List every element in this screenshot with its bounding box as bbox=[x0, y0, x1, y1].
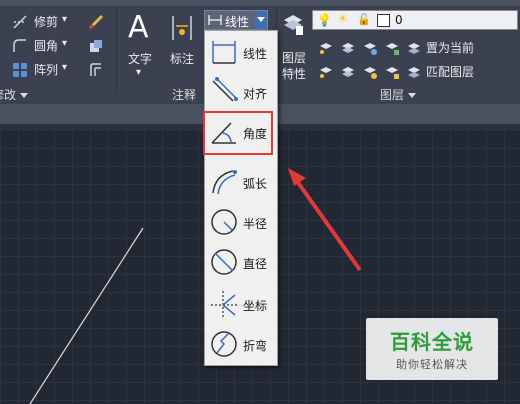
dropdown-item-diameter[interactable]: 直径 bbox=[205, 243, 277, 281]
drawn-line[interactable] bbox=[29, 227, 144, 404]
fillet-icon bbox=[12, 38, 28, 54]
callout-arrow-shaft bbox=[290, 172, 362, 272]
watermark-title: 百科全说 bbox=[390, 330, 474, 354]
dropdown-item-jogged[interactable]: 折弯 bbox=[205, 325, 277, 363]
dimension-type-combo[interactable]: 线性 bbox=[204, 10, 268, 30]
text-dropdown-icon[interactable]: ▾ bbox=[136, 66, 141, 80]
dimension-type-arrow[interactable] bbox=[255, 11, 267, 29]
dropdown-item-label: 折弯 bbox=[243, 339, 268, 353]
angular-highlight-box bbox=[203, 111, 273, 155]
dropdown-item-linear[interactable]: 线性 bbox=[205, 33, 277, 71]
layer-color-swatch bbox=[377, 14, 390, 27]
layer-tool-icon[interactable] bbox=[362, 64, 378, 80]
dimension-large-icon[interactable] bbox=[170, 14, 194, 42]
layer-tool-icon[interactable] bbox=[340, 40, 356, 56]
layer-tool-icon[interactable] bbox=[340, 64, 356, 80]
sun-icon: ☀ bbox=[337, 12, 349, 27]
radius-dim-icon bbox=[211, 209, 237, 235]
array-icon bbox=[12, 62, 28, 78]
dropdown-item-aligned[interactable]: 对齐 bbox=[205, 73, 277, 111]
annotation-group-label[interactable]: 注释 bbox=[172, 86, 196, 103]
match-layer-icon bbox=[406, 64, 422, 80]
diameter-dim-icon bbox=[211, 249, 237, 275]
text-large-icon[interactable]: A bbox=[128, 10, 149, 45]
dropdown-item-label: 直径 bbox=[243, 257, 268, 271]
layer-properties-button[interactable]: 图层 特性 bbox=[282, 50, 306, 82]
layer-tool-icon[interactable] bbox=[318, 40, 334, 56]
dropdown-item-label: 坐标 bbox=[243, 299, 268, 313]
dimension-dropdown: 线性 对齐 角度 弧长 半径 直径 坐标 折弯 bbox=[204, 30, 278, 366]
jogged-dim-icon bbox=[211, 331, 237, 357]
dropdown-item-ordinate[interactable]: 坐标 bbox=[205, 285, 277, 323]
dropdown-item-radius[interactable]: 半径 bbox=[205, 203, 277, 241]
callout-arrow-head bbox=[288, 168, 306, 186]
layers-group-label[interactable]: 图层 bbox=[380, 86, 417, 103]
watermark-subtitle: 助你轻松解决 bbox=[396, 358, 468, 371]
dropdown-item-label: 半径 bbox=[243, 217, 268, 231]
ordinate-dim-icon bbox=[211, 291, 237, 317]
layer-tool-icon[interactable] bbox=[318, 64, 334, 80]
linear-dim-small-icon bbox=[208, 15, 222, 25]
unlock-icon: 🔓 bbox=[357, 13, 371, 26]
copy-icon[interactable] bbox=[88, 38, 104, 54]
layer-combo[interactable]: 💡 ☀ 🔓 0 bbox=[312, 10, 518, 30]
array-dropdown-icon[interactable]: ▾ bbox=[62, 61, 67, 75]
layer-properties-icon[interactable] bbox=[282, 12, 304, 36]
fillet-dropdown-icon[interactable]: ▾ bbox=[62, 37, 67, 51]
layer-tool-icon[interactable] bbox=[384, 40, 400, 56]
erase-icon[interactable] bbox=[88, 14, 104, 30]
dimension-button[interactable]: 标注 bbox=[170, 52, 194, 66]
offset-icon[interactable] bbox=[88, 62, 104, 78]
match-layer-button[interactable]: 匹配图层 bbox=[426, 65, 474, 79]
group-separator bbox=[116, 8, 117, 94]
linear-dim-icon bbox=[212, 41, 236, 64]
set-current-icon bbox=[406, 40, 422, 56]
layer-name-value: 0 bbox=[395, 13, 403, 27]
layer-tool-icon[interactable] bbox=[362, 40, 378, 56]
dropdown-item-label: 弧长 bbox=[243, 177, 268, 191]
lightbulb-icon: 💡 bbox=[317, 13, 332, 27]
trim-icon bbox=[12, 14, 28, 30]
arc-length-dim-icon bbox=[212, 170, 237, 195]
trim-button[interactable]: 修剪 bbox=[34, 15, 58, 29]
ribbon-title-strip bbox=[0, 0, 520, 6]
dimension-type-value: 线性 bbox=[225, 15, 250, 29]
watermark: 百科全说 助你轻松解决 bbox=[366, 318, 498, 380]
dropdown-item-arc-length[interactable]: 弧长 bbox=[205, 163, 277, 201]
aligned-dim-icon bbox=[212, 77, 238, 102]
modify-group-label[interactable]: 修改 bbox=[0, 86, 29, 103]
layer-tool-icon[interactable] bbox=[384, 64, 400, 80]
chevron-down-icon bbox=[257, 17, 265, 22]
set-current-button[interactable]: 置为当前 bbox=[426, 41, 474, 55]
fillet-button[interactable]: 圆角 bbox=[34, 39, 58, 53]
trim-dropdown-icon[interactable]: ▾ bbox=[62, 13, 67, 27]
text-button[interactable]: 文字 bbox=[128, 52, 152, 66]
array-button[interactable]: 阵列 bbox=[34, 63, 58, 77]
dropdown-item-label: 对齐 bbox=[243, 87, 268, 101]
dropdown-item-label: 线性 bbox=[243, 47, 268, 61]
